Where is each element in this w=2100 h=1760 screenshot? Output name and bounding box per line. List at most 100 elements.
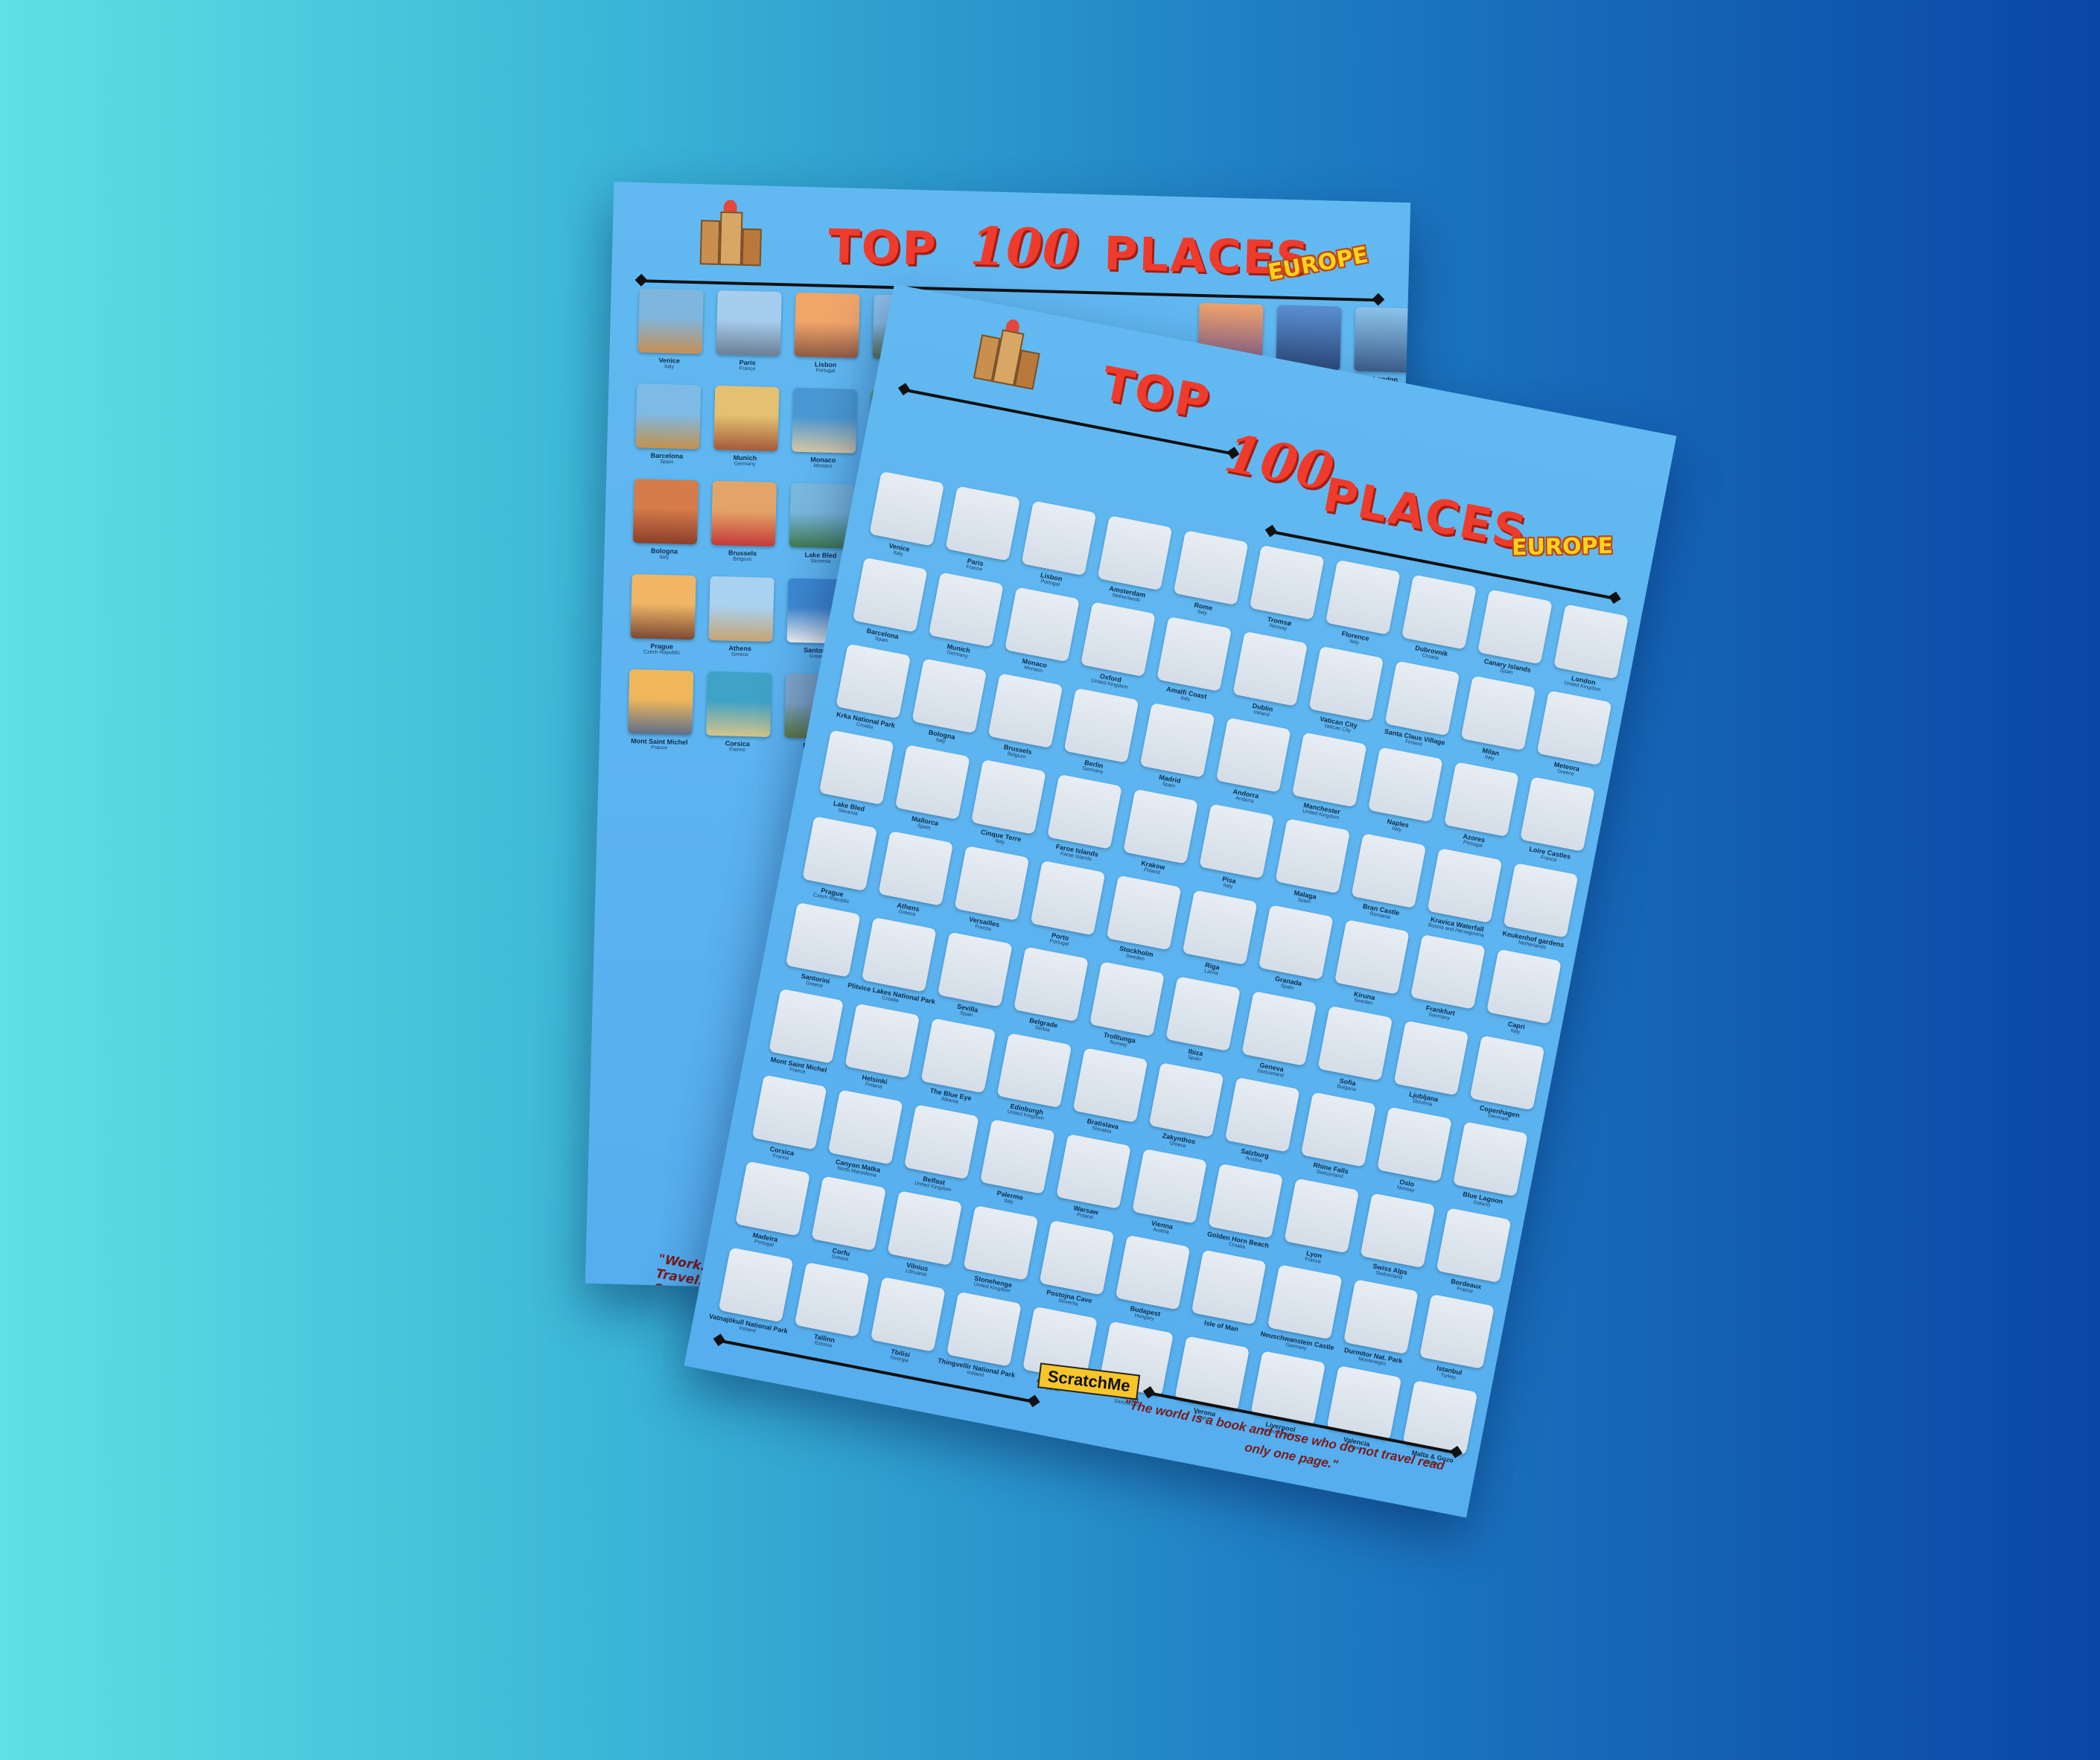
scratch-tile[interactable] bbox=[836, 643, 911, 719]
scratch-tile[interactable] bbox=[1014, 946, 1089, 1022]
scratch-tile[interactable] bbox=[1021, 500, 1097, 576]
scratch-tile[interactable] bbox=[1317, 1005, 1393, 1081]
scratch-tile[interactable] bbox=[1258, 905, 1334, 981]
scratch-tile[interactable] bbox=[1156, 616, 1232, 692]
scratch-tile[interactable] bbox=[811, 1176, 887, 1252]
scratch-card[interactable]: Copenhagen Denmark bbox=[1459, 1034, 1552, 1135]
scratch-card[interactable]: Bordeaux France bbox=[1425, 1207, 1518, 1308]
scratch-tile[interactable] bbox=[887, 1190, 963, 1266]
scratch-tile[interactable] bbox=[1224, 1077, 1300, 1152]
scratch-tile[interactable] bbox=[1384, 660, 1460, 736]
scratch-tile[interactable] bbox=[1208, 1163, 1284, 1239]
scratch-tile[interactable] bbox=[954, 845, 1030, 921]
scratch-tile[interactable] bbox=[1520, 777, 1595, 852]
scratch-tile[interactable] bbox=[1081, 602, 1156, 677]
scratch-tile[interactable] bbox=[1469, 1035, 1545, 1111]
scratch-tile[interactable] bbox=[980, 1119, 1055, 1195]
scratch-tile[interactable] bbox=[945, 485, 1021, 561]
scratch-tile[interactable] bbox=[1367, 747, 1443, 823]
scratch-tile[interactable] bbox=[1427, 848, 1503, 923]
scratch-tile[interactable] bbox=[1072, 1048, 1148, 1123]
scratch-tile[interactable] bbox=[1005, 587, 1080, 663]
scratch-tile[interactable] bbox=[1063, 688, 1139, 763]
scratch-tile[interactable] bbox=[1232, 631, 1308, 707]
scratch-tile[interactable] bbox=[1436, 1208, 1512, 1284]
scratch-tile[interactable] bbox=[1351, 833, 1427, 909]
scratch-card[interactable]: Capri Italy bbox=[1475, 948, 1568, 1049]
scratch-tile[interactable] bbox=[970, 759, 1046, 835]
scratch-tile[interactable] bbox=[1360, 1193, 1436, 1269]
scratch-tile[interactable] bbox=[1444, 762, 1519, 838]
scratch-tile[interactable] bbox=[794, 1262, 870, 1337]
scratch-tile[interactable] bbox=[1308, 645, 1384, 721]
scratch-tile[interactable] bbox=[1182, 890, 1258, 966]
scratch-tile[interactable] bbox=[802, 816, 878, 891]
scratch-tile[interactable] bbox=[1300, 1091, 1376, 1167]
scratch-card[interactable]: London United Kingdom bbox=[1542, 603, 1635, 704]
scratch-tile[interactable] bbox=[1106, 875, 1182, 951]
scratch-tile[interactable] bbox=[861, 916, 937, 992]
scratch-tile[interactable] bbox=[996, 1033, 1072, 1109]
scratch-tile[interactable] bbox=[1173, 530, 1249, 606]
scratch-tile[interactable] bbox=[1267, 1264, 1343, 1340]
scratch-tile[interactable] bbox=[920, 1018, 996, 1094]
scratch-tile[interactable] bbox=[894, 745, 970, 820]
scratch-tile[interactable] bbox=[1410, 934, 1486, 1010]
scratch-tile[interactable] bbox=[735, 1161, 811, 1237]
scratch-tile[interactable] bbox=[928, 572, 1004, 648]
scratch-tile[interactable] bbox=[911, 658, 987, 734]
scratch-card[interactable]: Keukenhof gardens Netherlands bbox=[1492, 861, 1585, 963]
scratch-tile[interactable] bbox=[1536, 690, 1612, 766]
scratch-tile[interactable] bbox=[903, 1104, 979, 1180]
scratch-tile[interactable] bbox=[870, 1277, 946, 1352]
scratch-tile[interactable] bbox=[1115, 1234, 1191, 1310]
scratch-tile[interactable] bbox=[751, 1074, 827, 1150]
scratch-tile[interactable] bbox=[1275, 818, 1351, 894]
scratch-tile[interactable] bbox=[1030, 860, 1106, 936]
scratch-tile[interactable] bbox=[1249, 545, 1325, 620]
scratch-tile[interactable] bbox=[1047, 774, 1122, 849]
scratch-tile[interactable] bbox=[1343, 1279, 1419, 1355]
scratch-tile[interactable] bbox=[1199, 803, 1275, 879]
scratch-tile[interactable] bbox=[1056, 1134, 1131, 1209]
scratch-tile[interactable] bbox=[1165, 976, 1241, 1052]
scratch-tile[interactable] bbox=[718, 1247, 794, 1323]
scratch-tile[interactable] bbox=[1191, 1249, 1267, 1325]
scratch-tile[interactable] bbox=[1325, 559, 1401, 635]
scratch-tile[interactable] bbox=[1089, 961, 1165, 1037]
scratch-tile[interactable] bbox=[852, 557, 928, 633]
scratch-tile[interactable] bbox=[1132, 1148, 1208, 1224]
scratch-tile[interactable] bbox=[946, 1291, 1022, 1367]
scratch-tile[interactable] bbox=[1215, 717, 1291, 793]
scratch-tile[interactable] bbox=[1334, 919, 1410, 995]
scratch-tile[interactable] bbox=[1139, 702, 1215, 778]
scratch-card[interactable]: Blue Lagoon Iceland bbox=[1442, 1120, 1535, 1222]
scratch-tile[interactable] bbox=[1401, 574, 1477, 650]
scratch-tile[interactable] bbox=[844, 1003, 920, 1079]
scratch-tile[interactable] bbox=[1477, 589, 1553, 665]
scratch-tile[interactable] bbox=[1039, 1219, 1115, 1295]
scratch-tile[interactable] bbox=[785, 902, 861, 978]
scratch-tile[interactable] bbox=[769, 988, 844, 1064]
scratch-card[interactable]: Meteora Greece bbox=[1526, 689, 1619, 791]
scratch-tile[interactable] bbox=[818, 730, 894, 806]
scratch-tile[interactable] bbox=[1553, 604, 1629, 680]
scratch-tile[interactable] bbox=[827, 1089, 903, 1165]
scratch-tile[interactable] bbox=[869, 471, 945, 546]
scratch-card[interactable]: Istanbul Turkey bbox=[1408, 1292, 1501, 1394]
scratch-tile[interactable] bbox=[878, 831, 954, 906]
scratch-tile[interactable] bbox=[1460, 675, 1536, 751]
scratch-tile[interactable] bbox=[1097, 515, 1173, 591]
scratch-tile[interactable] bbox=[963, 1205, 1039, 1281]
scratch-tile[interactable] bbox=[1486, 948, 1562, 1024]
scratch-tile[interactable] bbox=[1376, 1106, 1452, 1182]
scratch-tile[interactable] bbox=[1393, 1020, 1469, 1096]
scratch-tile[interactable] bbox=[1284, 1178, 1360, 1254]
scratch-tile[interactable] bbox=[1419, 1294, 1495, 1369]
scratch-tile[interactable] bbox=[1453, 1121, 1528, 1197]
scratch-tile[interactable] bbox=[1503, 862, 1579, 938]
scratch-tile[interactable] bbox=[987, 673, 1063, 749]
scratch-card[interactable]: Loire Castles France bbox=[1509, 775, 1602, 876]
scratch-tile[interactable] bbox=[1123, 788, 1198, 864]
scratch-tile[interactable] bbox=[1291, 732, 1367, 808]
